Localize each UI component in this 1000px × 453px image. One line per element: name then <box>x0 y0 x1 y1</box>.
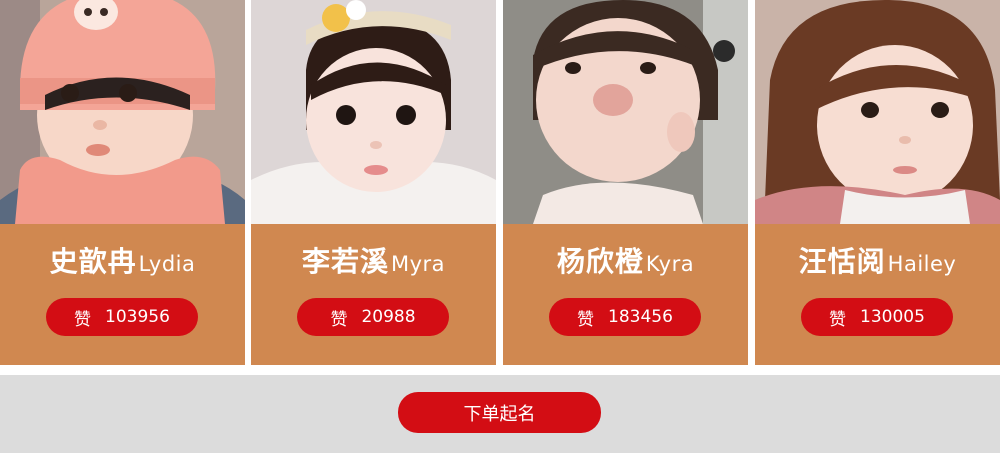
like-button[interactable]: 赞 20988 <box>297 298 449 336</box>
chinese-name: 史歆冉 <box>49 245 137 278</box>
name-card-hailey: 汪恬阅Hailey 赞 130005 <box>755 0 1000 365</box>
baby-name: 杨欣橙Kyra <box>503 240 748 280</box>
name-card-myra: 李若溪Myra 赞 20988 <box>251 0 496 365</box>
like-button[interactable]: 赞 183456 <box>549 298 701 336</box>
baby-photo-lydia <box>0 0 245 224</box>
baby-name: 汪恬阅Hailey <box>755 240 1000 280</box>
like-label: 赞 <box>577 309 595 330</box>
like-count: 183456 <box>608 307 673 327</box>
english-name: Lydia <box>138 252 196 276</box>
english-name: Kyra <box>645 252 695 276</box>
english-name: Hailey <box>887 252 957 276</box>
chinese-name: 李若溪 <box>301 245 389 278</box>
baby-photo-kyra <box>503 0 748 224</box>
chinese-name: 杨欣橙 <box>556 245 644 278</box>
english-name: Myra <box>390 252 446 276</box>
like-label: 赞 <box>330 309 348 330</box>
footer-bar: 下单起名 <box>0 375 1000 453</box>
like-count: 103956 <box>105 307 170 327</box>
order-naming-button[interactable]: 下单起名 <box>398 392 601 433</box>
like-count: 20988 <box>361 307 416 327</box>
like-label: 赞 <box>74 309 92 330</box>
like-label: 赞 <box>829 309 847 330</box>
baby-name: 史歆冉Lydia <box>0 240 245 280</box>
name-card-lydia: 史歆冉Lydia 赞 103956 <box>0 0 245 365</box>
like-button[interactable]: 赞 130005 <box>801 298 953 336</box>
chinese-name: 汪恬阅 <box>798 245 886 278</box>
baby-photo-myra <box>251 0 496 224</box>
baby-photo-hailey <box>755 0 1000 224</box>
baby-name: 李若溪Myra <box>251 240 496 280</box>
baby-name-cards: 史歆冉Lydia 赞 103956 李若溪Myra 赞 20988 杨欣橙Kyr… <box>0 0 1000 365</box>
name-card-kyra: 杨欣橙Kyra 赞 183456 <box>503 0 748 365</box>
like-button[interactable]: 赞 103956 <box>46 298 198 336</box>
like-count: 130005 <box>860 307 925 327</box>
